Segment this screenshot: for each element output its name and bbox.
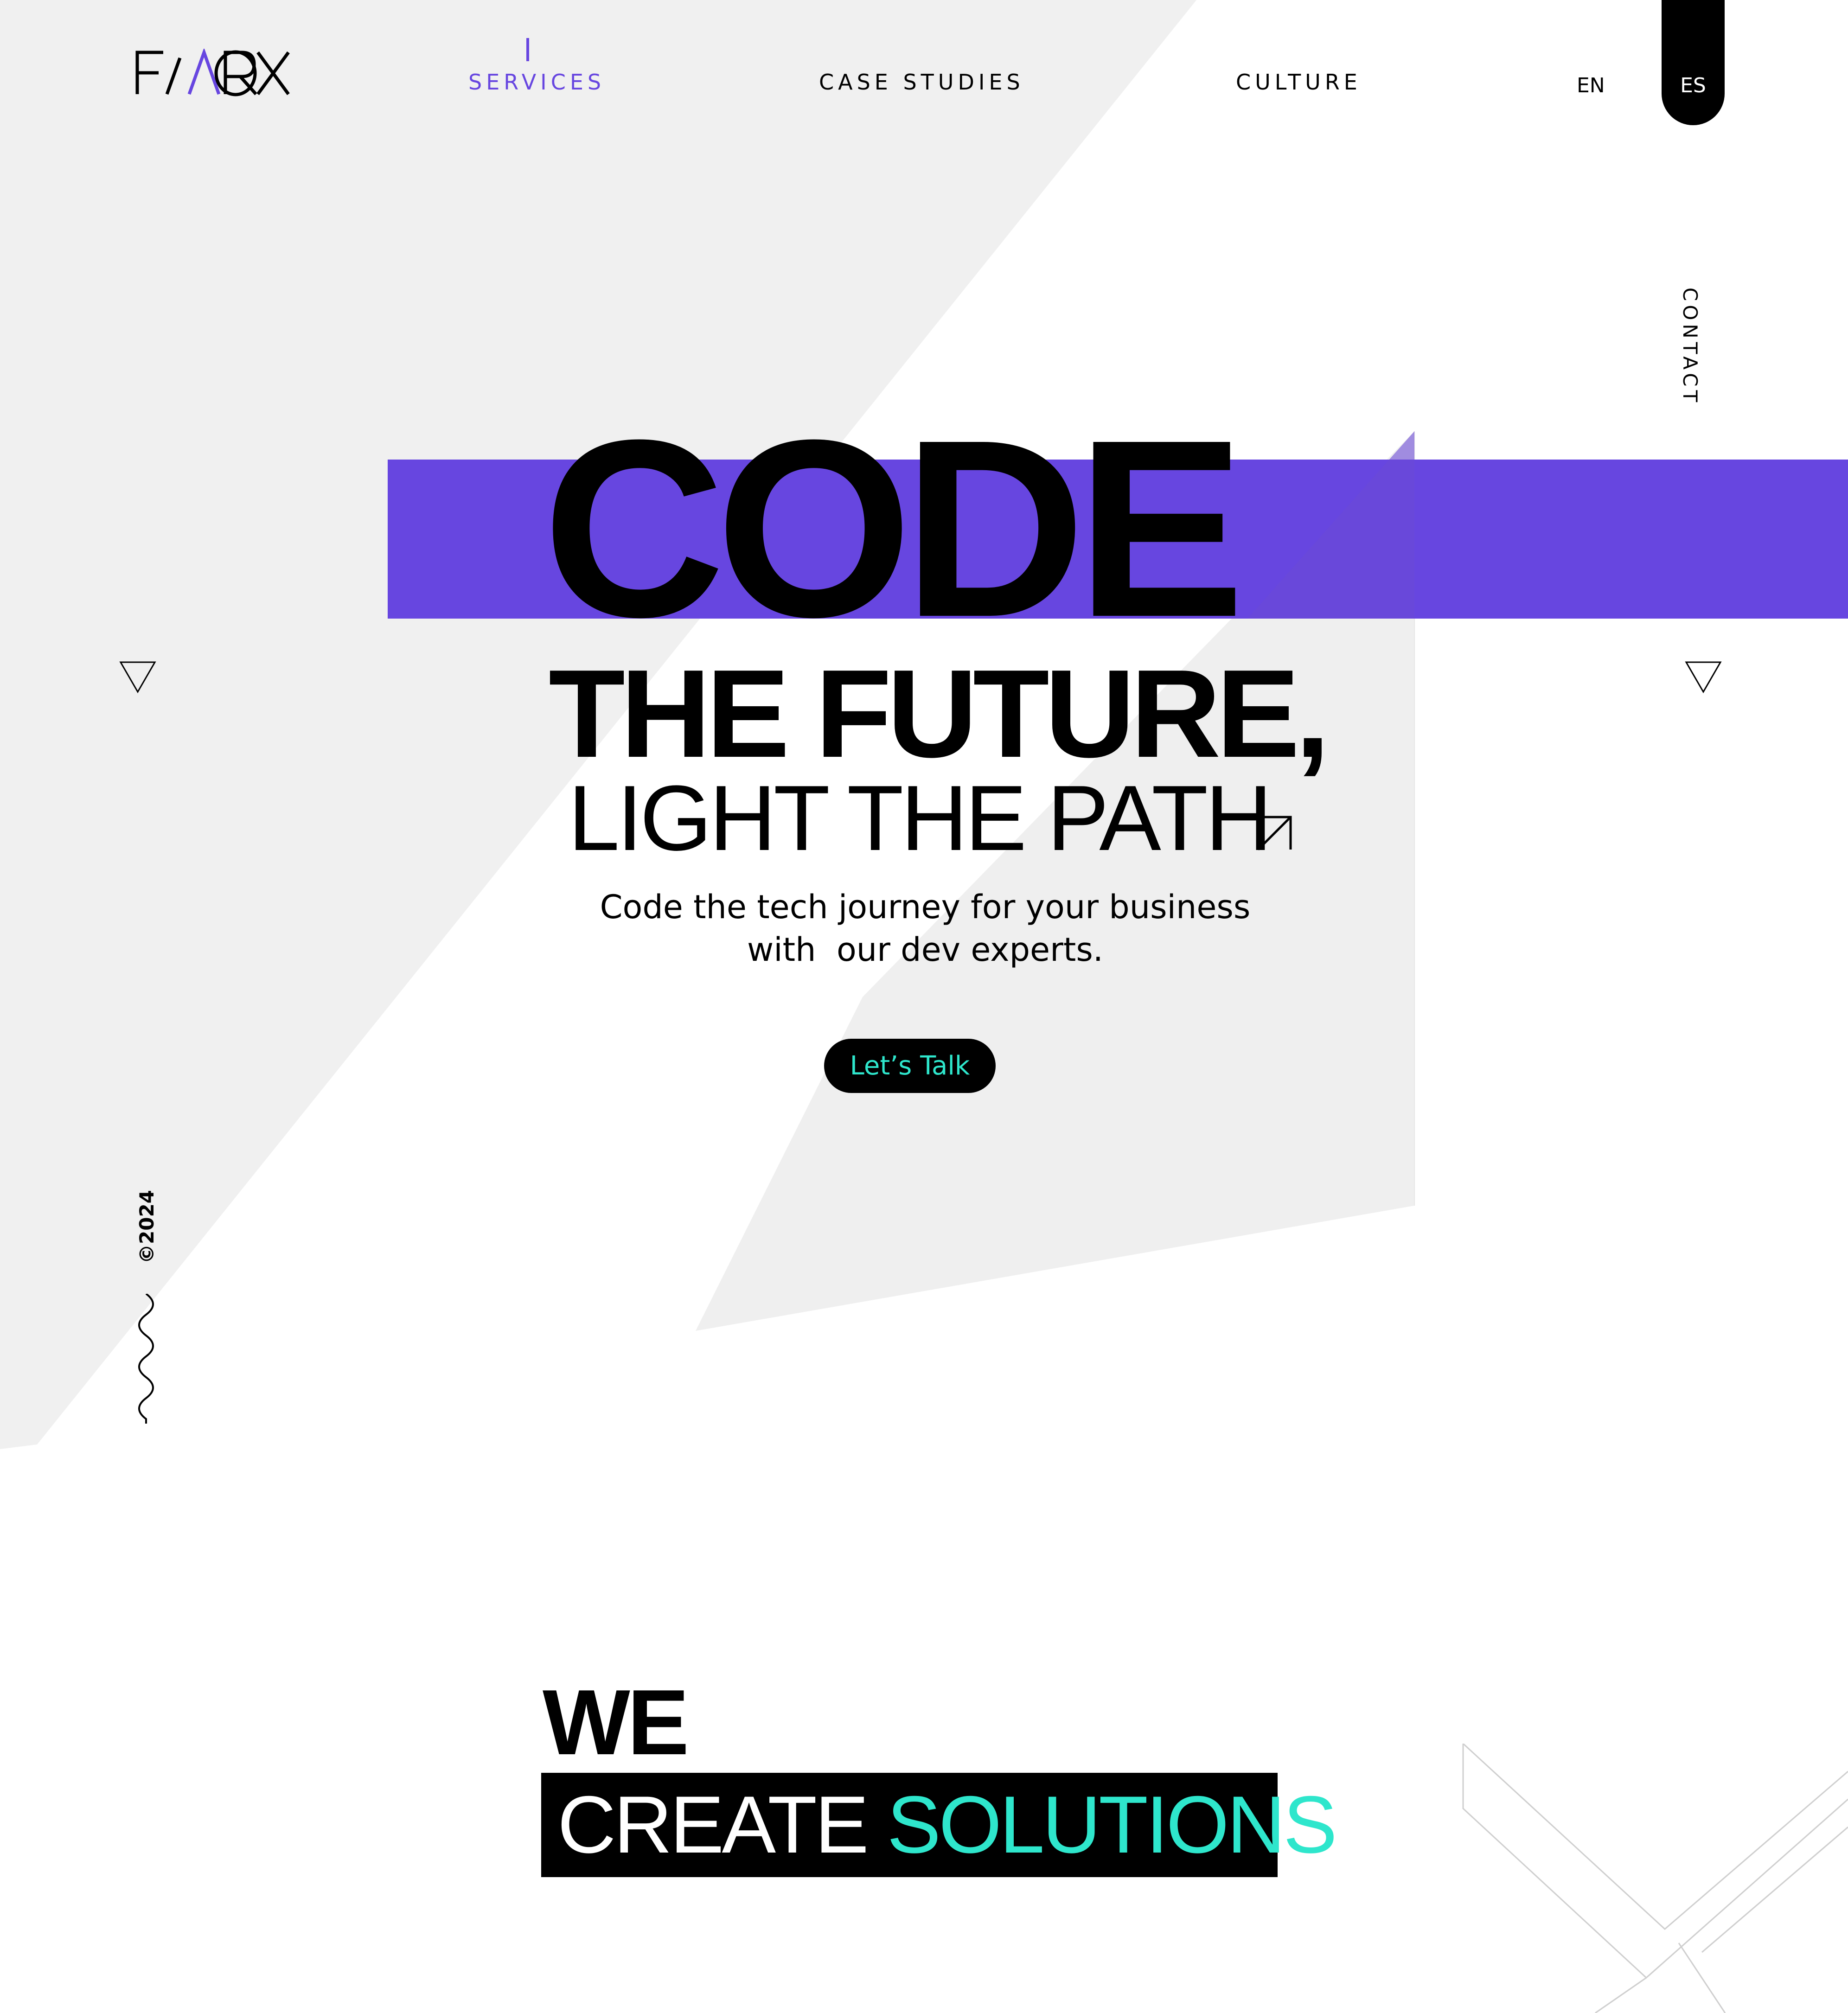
triangle-down-icon [1685,661,1722,693]
solutions-word: SOLUTIONS [887,1780,1337,1870]
hero-subtitle-line2: with our dev experts. [747,931,1104,969]
create-word: CREATE [557,1780,869,1870]
hero-headline-path: LIGHT THE PATH [568,767,1272,870]
hero-subtitle-line1: Code the tech journey for your business [600,888,1251,926]
triangle-down-icon [119,661,156,693]
hero-subtitle: Code the tech journey for your business … [533,886,1317,971]
hero-headline-future: THE FUTURE, [549,644,1330,784]
squiggle-icon [138,1294,154,1424]
decorative-x-shape [1462,1744,1848,2013]
create-solutions-text: CREATE SOLUTIONS [557,1773,1337,1877]
lang-en-button[interactable]: EN [1577,72,1605,100]
nav-culture[interactable]: CULTURE [1236,68,1362,96]
logo-ox [214,50,290,96]
hero-headline-code: CODE [543,388,1245,670]
lang-es-label: ES [1680,74,1706,97]
nav-services[interactable]: SERVICES [468,68,605,96]
arrow-up-right-icon [1257,816,1292,850]
nav-case-studies[interactable]: CASE STUDIES [819,68,1024,96]
contact-link[interactable]: CONTACT [1679,288,1701,406]
lets-talk-button[interactable]: Let’s Talk [824,1039,996,1093]
band-overlay-shape [1247,431,1414,619]
section-heading-we: WE [543,1671,689,1774]
active-nav-indicator [526,38,529,61]
lang-es-button[interactable]: ES [1662,0,1725,125]
background-shapes [0,0,1415,1449]
create-solutions-banner: CREATE SOLUTIONS [541,1773,1337,1877]
copyright-text: ©2024 [135,1190,158,1264]
